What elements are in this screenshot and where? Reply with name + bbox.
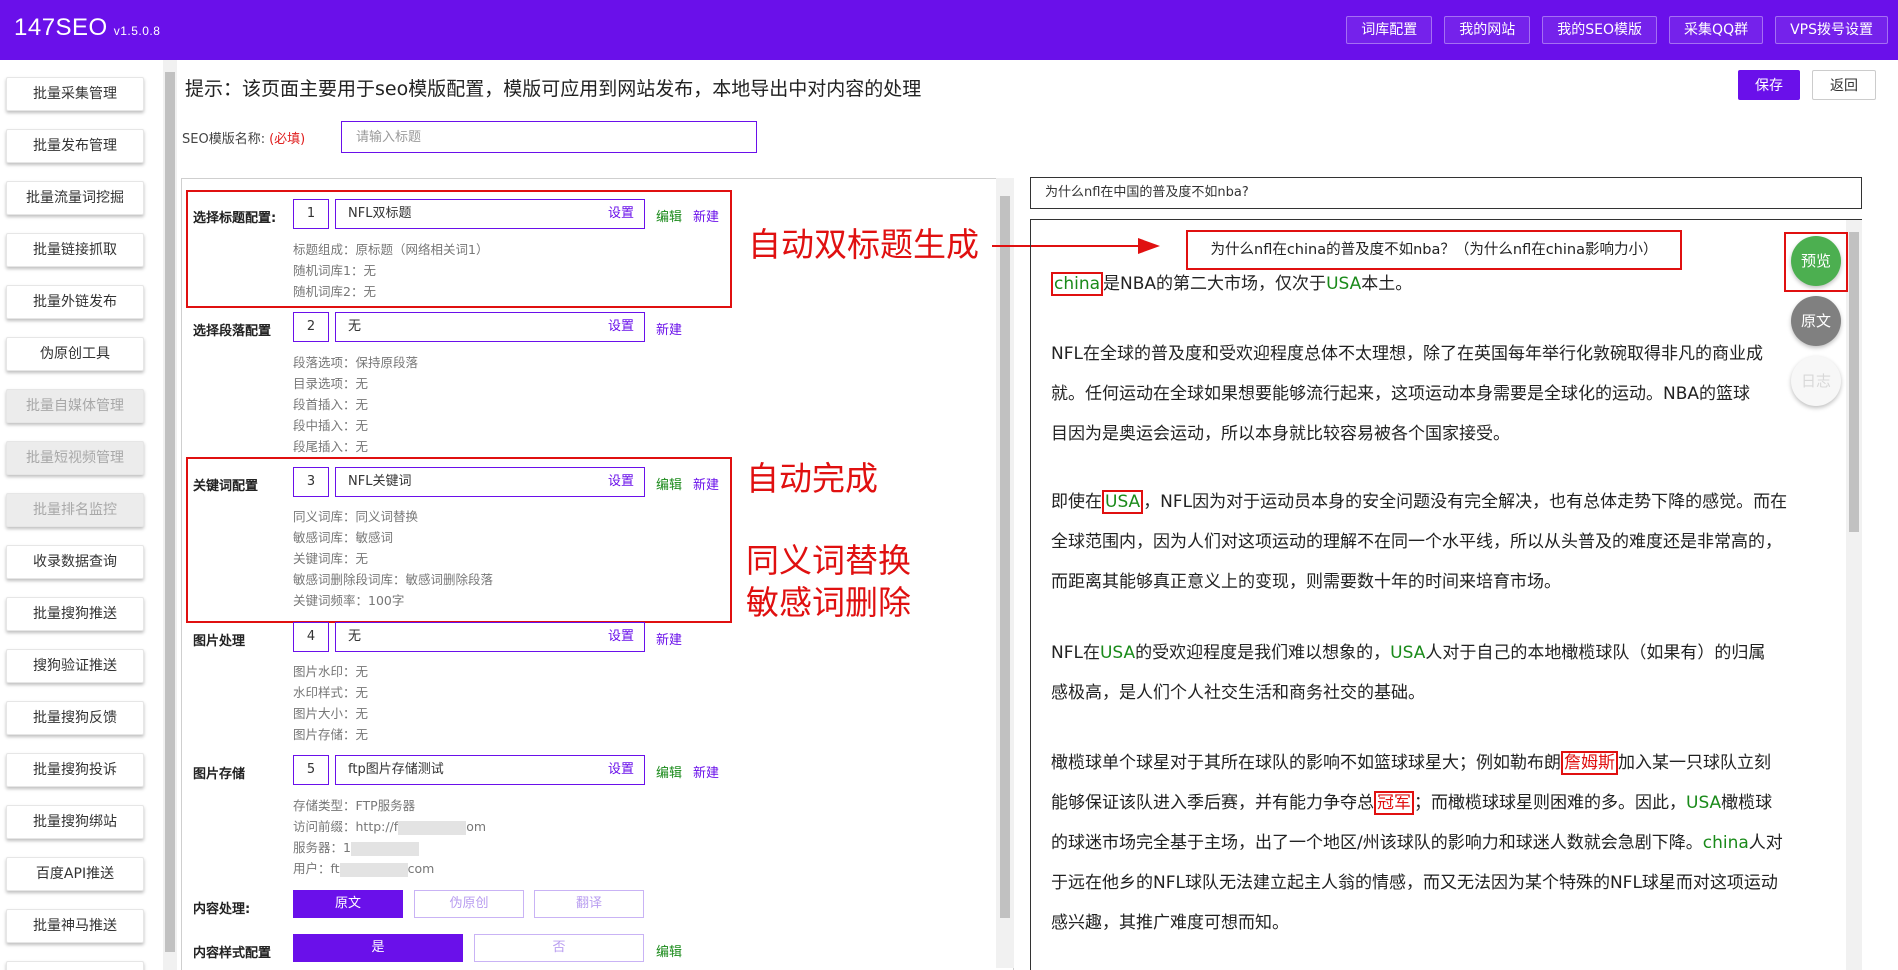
- sidebar-item-sogou-push[interactable]: 批量搜狗推送: [6, 597, 144, 631]
- storage-config-set-link[interactable]: 设置: [608, 756, 634, 784]
- nav-my-seo-templates[interactable]: 我的SEO模版: [1542, 16, 1658, 44]
- content-style-no[interactable]: 否: [474, 934, 644, 962]
- sidebar-item-link-crawl[interactable]: 批量链接抓取: [6, 233, 144, 267]
- sidebar-item-batch-publish[interactable]: 批量发布管理: [6, 129, 144, 163]
- preview-title-input[interactable]: 为什么nfl在中国的普及度不如nba?: [1030, 177, 1862, 209]
- sidebar-item-index-query[interactable]: 收录数据查询: [6, 545, 144, 579]
- redacted-blur: [398, 820, 467, 835]
- content-style-label: 内容样式配置: [193, 946, 272, 961]
- annotation-auto-complete: 自动完成: [746, 459, 878, 498]
- image-config-new-link[interactable]: 新建: [656, 629, 682, 648]
- content-option-translate[interactable]: 翻译: [534, 890, 644, 918]
- sidebar-item-traffic-keywords[interactable]: 批量流量词挖掘: [6, 181, 144, 215]
- app-logo: 147SEO v1.5.0.8: [14, 14, 161, 41]
- paragraph-config-label: 选择段落配置: [193, 324, 272, 339]
- save-button[interactable]: 保存: [1738, 70, 1800, 100]
- log-button[interactable]: 日志: [1791, 356, 1841, 406]
- sidebar-item-partial[interactable]: [6, 961, 144, 970]
- redacted-blur: [339, 862, 408, 877]
- preview-paragraph-4: NFL在USA的受欢迎程度是我们难以想象的，USA人对于自己的本地橄榄球队（如果…: [1051, 643, 1766, 703]
- paragraph-config-number[interactable]: 2: [293, 312, 329, 342]
- top-bar: 147SEO v1.5.0.8 词库配置 我的网站 我的SEO模版 采集QQ群 V…: [0, 0, 1898, 60]
- original-button[interactable]: 原文: [1791, 296, 1841, 346]
- content-style-edit-link[interactable]: 编辑: [656, 941, 682, 960]
- preview-scrollbar[interactable]: [1846, 220, 1862, 970]
- sidebar-item-self-media: 批量自媒体管理: [6, 389, 144, 423]
- sidebar-item-short-video: 批量短视频管理: [6, 441, 144, 475]
- sidebar-item-batch-collect[interactable]: 批量采集管理: [6, 77, 144, 111]
- sidebar-item-rank-monitor: 批量排名监控: [6, 493, 144, 527]
- storage-config-label: 图片存储: [193, 767, 246, 782]
- nav-qq-group[interactable]: 采集QQ群: [1669, 16, 1764, 44]
- content-processing-label: 内容处理:: [193, 902, 251, 917]
- annotation-synonym: 同义词替换: [746, 541, 911, 580]
- config-panel-scrollbar[interactable]: [996, 178, 1014, 968]
- template-name-input[interactable]: [341, 121, 757, 153]
- keyword-config-annotation-box: [186, 457, 732, 623]
- sidebar-item-baidu-api[interactable]: 百度API推送: [6, 857, 144, 891]
- sidebar-item-sogou-feedback[interactable]: 批量搜狗反馈: [6, 701, 144, 735]
- preview-paragraph-5: 橄榄球单个球星对于其所在球队的影响不如篮球球星大；例如勒布朗 詹姆斯 加入某一只球队…: [1051, 751, 1783, 933]
- storage-config-new-link[interactable]: 新建: [693, 762, 719, 781]
- content-style-yes[interactable]: 是: [293, 934, 463, 962]
- template-name-label: SEO模版名称: (必填): [182, 132, 306, 147]
- image-config-label: 图片处理: [193, 634, 246, 649]
- storage-config-edit-link[interactable]: 编辑: [656, 762, 682, 781]
- config-scroll-thumb[interactable]: [1000, 196, 1010, 918]
- sidebar-item-sogou-verify-push[interactable]: 搜狗验证推送: [6, 649, 144, 683]
- preview-paragraph-2: NFL在全球的普及度和受欢迎程度总体不太理想，除了在英国每年举行化敦碗取得非凡的…: [1051, 344, 1763, 444]
- sidebar-item-external-links[interactable]: 批量外链发布: [6, 285, 144, 319]
- content-option-original[interactable]: 原文: [293, 890, 403, 918]
- page-hint: 提示：该页面主要用于seo模版配置，模版可应用到网站发布，本地导出中对内容的处理: [185, 78, 922, 100]
- content-option-pseudo-original[interactable]: 伪原创: [414, 890, 524, 918]
- top-nav: 词库配置 我的网站 我的SEO模版 采集QQ群 VPS拨号设置: [1346, 16, 1888, 44]
- title-config-annotation-box: [186, 190, 732, 308]
- image-config-set-link[interactable]: 设置: [608, 623, 634, 651]
- required-mark: (必填): [269, 132, 306, 147]
- image-config-value: 无: [348, 629, 362, 644]
- paragraph-config-value: 无: [348, 319, 362, 334]
- storage-config-number[interactable]: 5: [293, 755, 329, 785]
- redacted-blur: [350, 841, 419, 856]
- sidebar-scrollbar[interactable]: [163, 60, 177, 970]
- preview-paragraph-1: china 是NBA的第二大市场，仅次于USA本土。: [1051, 264, 1831, 304]
- storage-config-value: ftp图片存储测试: [348, 762, 444, 777]
- sidebar-item-sogou-bind[interactable]: 批量搜狗绑站: [6, 805, 144, 839]
- paragraph-config-details: 段落选项：保持原段落 目录选项：无 段首插入：无 段中插入：无 段尾插入：无: [293, 355, 419, 454]
- image-config-select[interactable]: 无 设置: [335, 622, 645, 652]
- preview-button[interactable]: 预览: [1791, 236, 1841, 286]
- annotation-double-title: 自动双标题生成: [748, 225, 979, 264]
- nav-vps-dial[interactable]: VPS拨号设置: [1775, 16, 1888, 44]
- preview-scroll-thumb[interactable]: [1849, 232, 1859, 532]
- sidebar-item-sogou-complaint[interactable]: 批量搜狗投诉: [6, 753, 144, 787]
- sidebar-scroll-thumb[interactable]: [165, 72, 175, 952]
- nav-my-sites[interactable]: 我的网站: [1444, 16, 1531, 44]
- paragraph-config-set-link[interactable]: 设置: [608, 313, 634, 341]
- preview-paragraph-3: 即使在 USA ，NFL因为对于运动员本身的安全问题没有完全解决，也有总体走势下降的…: [1051, 490, 1788, 592]
- nav-lexicon-config[interactable]: 词库配置: [1346, 16, 1433, 44]
- sidebar: 批量采集管理 批量发布管理 批量流量词挖掘 批量链接抓取 批量外链发布 伪原创工…: [0, 60, 160, 970]
- annotation-sensitive: 敏感词删除: [746, 583, 911, 622]
- image-config-number[interactable]: 4: [293, 622, 329, 652]
- sidebar-item-shenma-push[interactable]: 批量神马推送: [6, 909, 144, 943]
- back-button[interactable]: 返回: [1812, 70, 1876, 100]
- sidebar-item-pseudo-original[interactable]: 伪原创工具: [6, 337, 144, 371]
- storage-config-select[interactable]: ftp图片存储测试 设置: [335, 755, 645, 785]
- paragraph-config-new-link[interactable]: 新建: [656, 319, 682, 338]
- paragraph-config-select[interactable]: 无 设置: [335, 312, 645, 342]
- image-config-details: 图片水印：无 水印样式：无 图片大小：无 图片存储：无: [293, 664, 369, 742]
- storage-config-details: 存储类型：FTP服务器 访问前缀：http://f om 服务器：1 用户：ft c…: [293, 798, 487, 877]
